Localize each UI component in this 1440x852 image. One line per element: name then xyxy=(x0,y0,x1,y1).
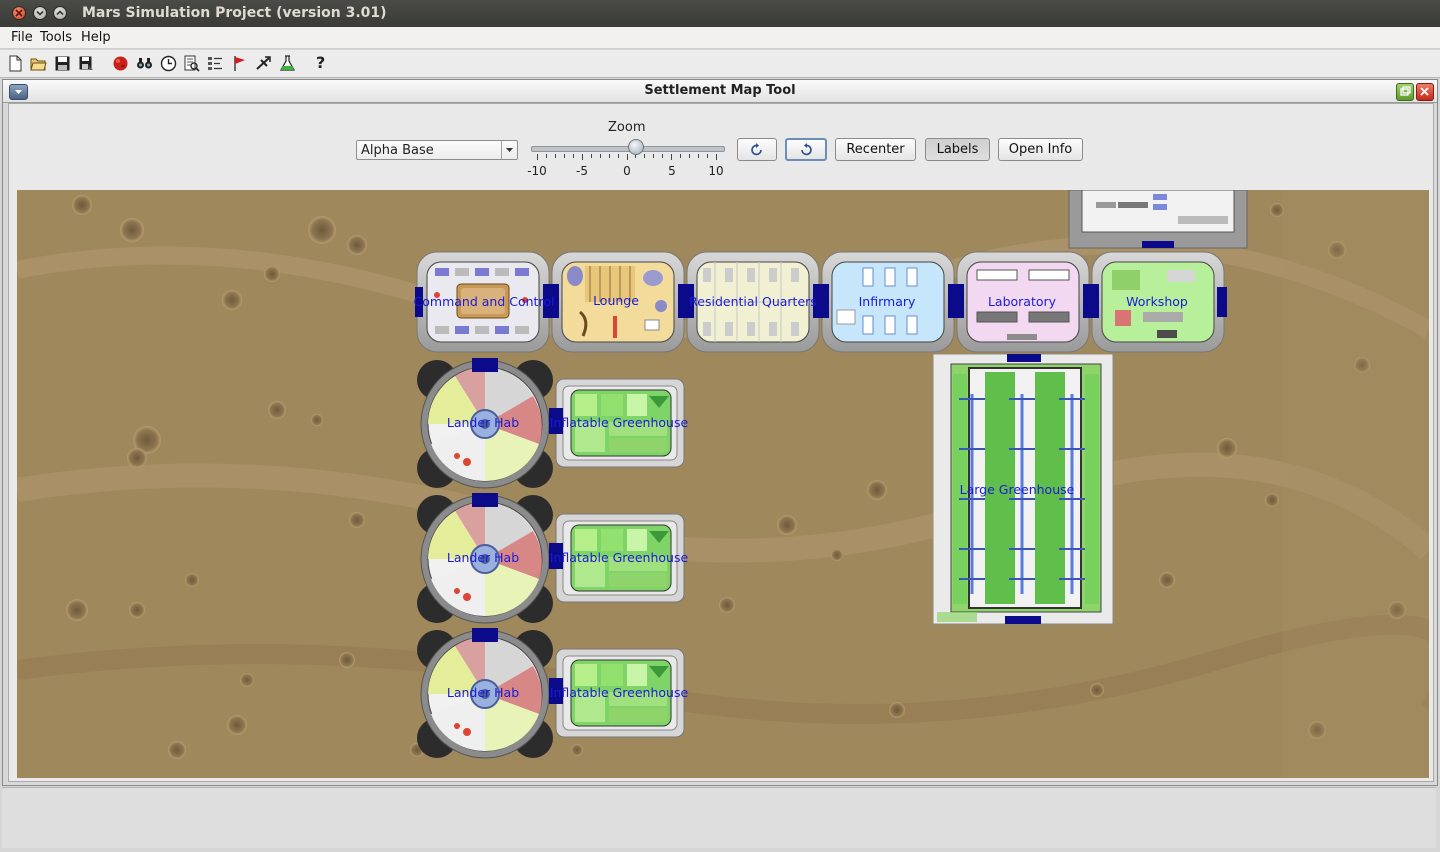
menubar: File Tools Help xyxy=(0,27,1440,49)
restore-icon xyxy=(1400,86,1411,96)
settlement-map-tool-frame: Settlement Map Tool Alpha Base Zoom -10 … xyxy=(2,79,1438,786)
label-command-and-control: Command and Control xyxy=(413,294,555,309)
mars-navigator-icon[interactable] xyxy=(112,55,129,72)
settlement-map-tool-icon[interactable] xyxy=(279,55,296,72)
monitor-tool-icon[interactable] xyxy=(183,55,200,72)
window-title: Mars Simulation Project (version 3.01) xyxy=(82,5,387,21)
help-icon[interactable]: ? xyxy=(316,53,325,72)
zoom-slider-tick xyxy=(545,154,547,158)
search-icon[interactable] xyxy=(136,55,153,72)
chevron-down-icon xyxy=(36,10,44,16)
zoom-slider-tick xyxy=(617,154,619,158)
label-large-greenhouse: Large Greenhouse xyxy=(959,482,1075,497)
label-workshop: Workshop xyxy=(1126,294,1188,309)
label-residential-quarters: Residential Quarters xyxy=(689,294,817,309)
save-icon[interactable] xyxy=(54,55,71,72)
window-title-bar: Mars Simulation Project (version 3.01) xyxy=(0,0,1440,27)
zoom-label: Zoom xyxy=(608,120,646,135)
zoom-slider-tick xyxy=(680,154,682,158)
window-minimize-button[interactable] xyxy=(33,6,47,20)
zoom-tick-label: -10 xyxy=(527,164,547,178)
menu-tools[interactable]: Tools xyxy=(40,30,72,45)
label-inflatable-greenhouse: Inflatable Greenhouse xyxy=(549,685,689,700)
status-bar xyxy=(2,787,1436,848)
inflatable-greenhouse-column xyxy=(549,378,685,738)
rotate-clockwise-button[interactable] xyxy=(737,138,777,161)
label-laboratory: Laboratory xyxy=(987,294,1057,309)
time-tool-icon[interactable] xyxy=(160,55,177,72)
frame-title: Settlement Map Tool xyxy=(644,83,796,98)
zoom-slider-tick xyxy=(599,154,601,158)
toolbar: ? xyxy=(0,50,1440,78)
label-lander-hab: Lander Hab xyxy=(446,685,520,700)
frame-close-button[interactable] xyxy=(1416,83,1434,101)
zoom-slider-tick xyxy=(698,154,700,158)
settlement-map[interactable]: Command and Control Lounge Residential Q… xyxy=(17,190,1429,778)
chevron-down-icon xyxy=(506,148,513,152)
save-as-icon[interactable] xyxy=(78,55,95,72)
window-close-button[interactable] xyxy=(12,6,26,20)
science-tool-icon[interactable] xyxy=(231,55,248,72)
zoom-slider-tick xyxy=(653,154,655,158)
zoom-tick-label: -5 xyxy=(576,164,588,178)
close-icon xyxy=(15,9,23,17)
zoom-slider-tick xyxy=(581,154,583,160)
label-infirmary: Infirmary xyxy=(858,294,916,309)
rotate-counterclockwise-button[interactable] xyxy=(785,138,827,161)
zoom-slider-tick xyxy=(537,154,538,160)
label-lander-hab: Lander Hab xyxy=(446,415,520,430)
frame-title-bar: Settlement Map Tool xyxy=(3,80,1437,103)
labels-toggle-button[interactable]: Labels xyxy=(925,138,990,161)
window-maximize-button[interactable] xyxy=(53,6,67,20)
zoom-slider-tick xyxy=(662,154,664,158)
close-icon xyxy=(1420,87,1429,96)
settlement-select-value: Alpha Base xyxy=(361,143,434,158)
zoom-slider-tick xyxy=(608,154,610,158)
open-icon[interactable] xyxy=(30,55,47,72)
zoom-slider-thumb[interactable] xyxy=(628,139,645,155)
rotate-clockwise-icon xyxy=(751,143,762,156)
recenter-button[interactable]: Recenter xyxy=(835,138,916,161)
label-lounge: Lounge xyxy=(593,293,639,308)
settlement-map-panel: Alpha Base Zoom -10 -5 0 5 10 Recenter L… xyxy=(8,103,1434,782)
zoom-slider-tick xyxy=(716,154,717,160)
menu-file[interactable]: File xyxy=(11,30,33,45)
new-icon[interactable] xyxy=(7,55,24,72)
zoom-tick-label: 10 xyxy=(708,164,724,178)
label-inflatable-greenhouse: Inflatable Greenhouse xyxy=(549,415,689,430)
zoom-tick-label: 5 xyxy=(668,164,676,178)
zoom-slider-tick xyxy=(707,154,709,158)
frame-restore-button[interactable] xyxy=(1396,83,1414,101)
building-top-partial[interactable] xyxy=(1068,190,1249,250)
label-inflatable-greenhouse: Inflatable Greenhouse xyxy=(549,550,689,565)
zoom-tick-label: 0 xyxy=(623,164,631,178)
zoom-slider-tick xyxy=(689,154,691,158)
rotate-counterclockwise-icon xyxy=(801,143,812,156)
resupply-tool-icon[interactable] xyxy=(255,55,272,72)
menu-help[interactable]: Help xyxy=(81,30,111,45)
zoom-slider-tick xyxy=(590,154,592,158)
zoom-slider-tick xyxy=(554,154,556,158)
open-info-button[interactable]: Open Info xyxy=(998,138,1083,161)
zoom-slider-tick xyxy=(644,154,646,158)
zoom-slider-tick xyxy=(572,154,574,158)
label-lander-hab: Lander Hab xyxy=(446,550,520,565)
zoom-slider-tick xyxy=(671,154,673,160)
combo-arrow[interactable] xyxy=(501,141,517,159)
zoom-slider-tick xyxy=(563,154,565,158)
chevron-up-icon xyxy=(56,10,64,16)
zoom-slider-tick xyxy=(626,154,628,160)
mission-tool-icon[interactable] xyxy=(207,55,224,72)
settlement-select[interactable]: Alpha Base xyxy=(356,140,518,160)
